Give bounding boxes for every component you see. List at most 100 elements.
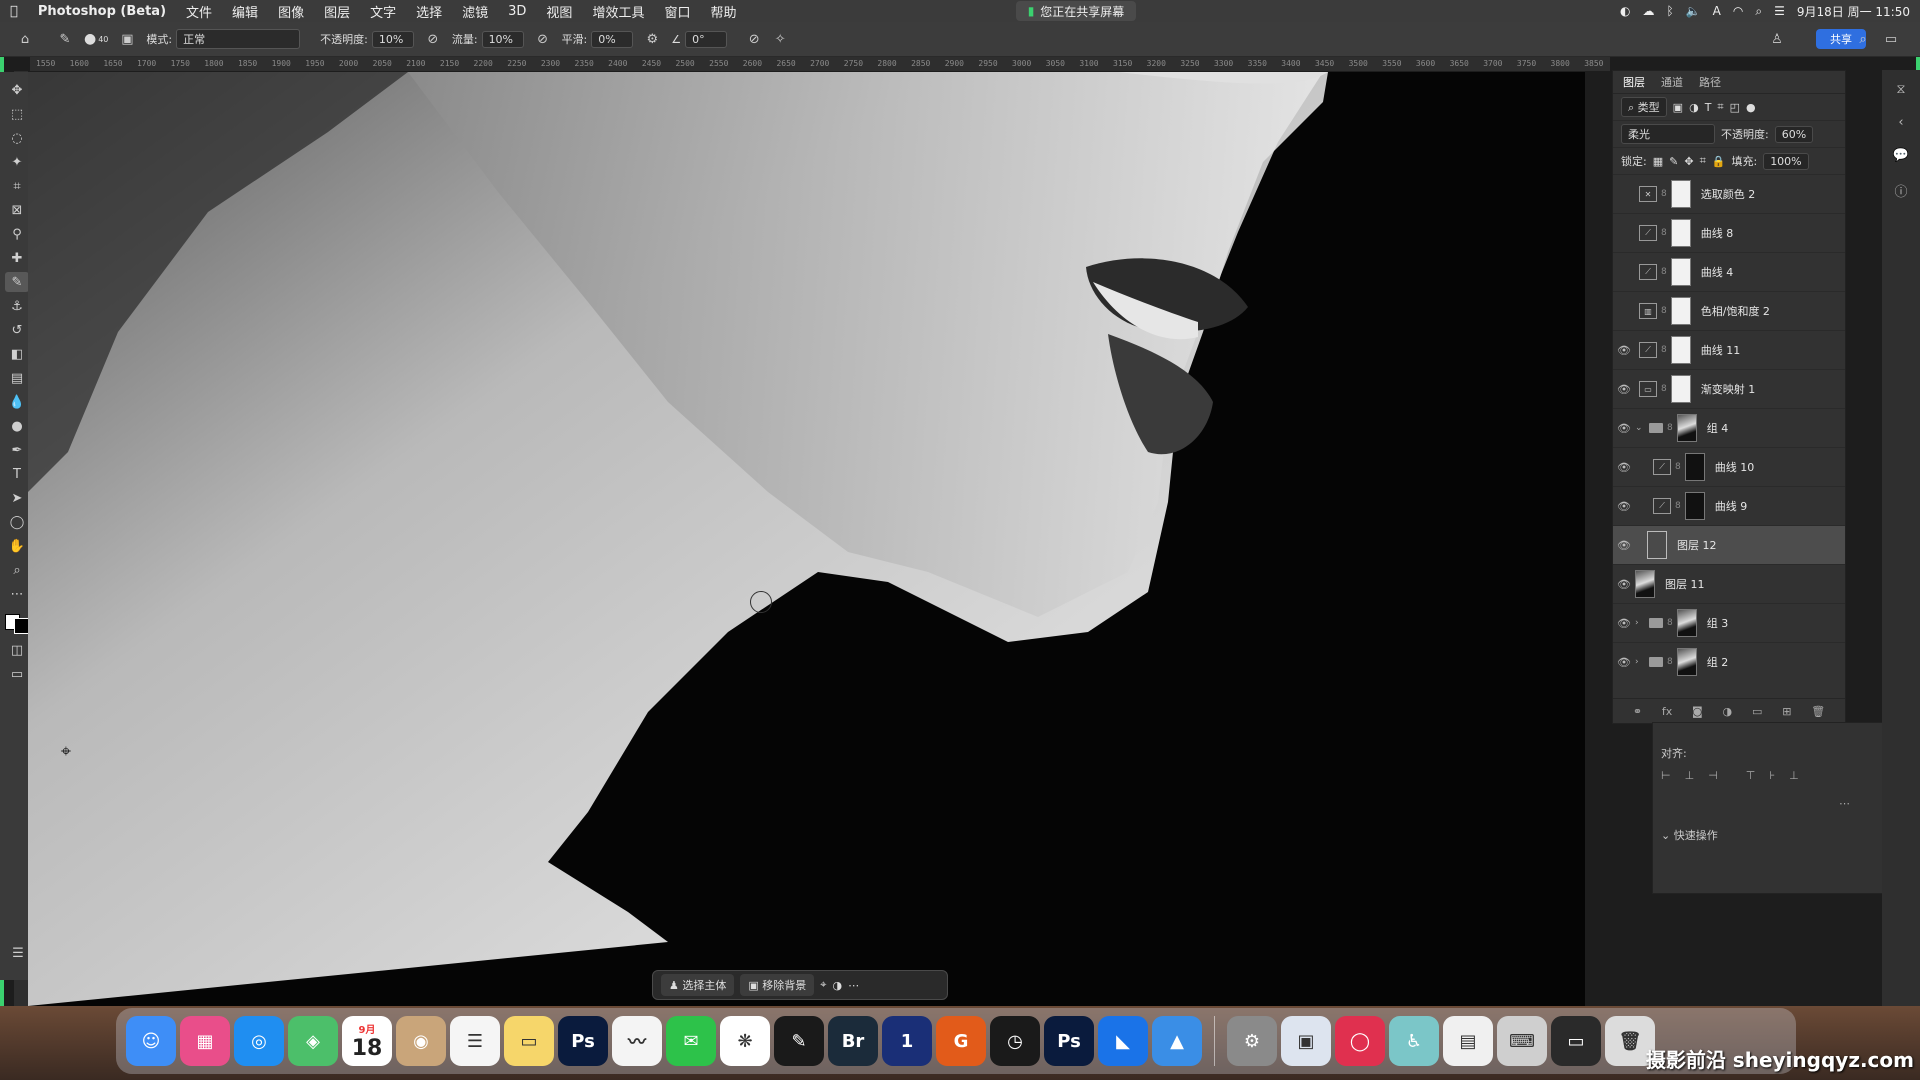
layer-mask-thumbnail[interactable] (1676, 609, 1697, 637)
align-right-icon[interactable]: ⊣ (1708, 769, 1718, 782)
screen-mode-icon[interactable]: ▭ (5, 664, 29, 684)
layer-mask-thumbnail[interactable] (1676, 414, 1697, 442)
remove-background-button[interactable]: ▣ 移除背景 (740, 974, 815, 996)
color-swatches-icon[interactable] (5, 608, 29, 636)
history-brush-tool-icon[interactable]: ↺ (5, 320, 29, 340)
baidu-netdisk-icon[interactable]: ❋ (720, 1016, 770, 1066)
quick-mask-icon[interactable]: ◫ (5, 640, 29, 660)
contacts-icon[interactable]: ◉ (396, 1016, 446, 1066)
more-tools-icon[interactable]: ⋯ (5, 584, 29, 604)
menu-plugins[interactable]: 增效工具 (582, 2, 654, 21)
brush-settings-icon[interactable]: ▣ (116, 28, 138, 50)
quick-actions-header[interactable]: ⌄ 快速操作 (1661, 827, 1718, 843)
reminders-icon[interactable]: ☰ (450, 1016, 500, 1066)
marquee-tool-icon[interactable]: ⬚ (5, 104, 29, 124)
menu-view[interactable]: 视图 (536, 2, 582, 21)
crop-tool-icon[interactable]: ⌗ (5, 176, 29, 196)
panel-toggle-icon[interactable]: ☰ (6, 943, 30, 963)
chevron-right-icon[interactable]: › (1635, 618, 1645, 628)
launchpad-icon[interactable]: ▦ (180, 1016, 230, 1066)
menu-select[interactable]: 选择 (406, 2, 452, 21)
pressure-opacity-icon[interactable]: ⊘ (422, 28, 444, 50)
input-method-icon[interactable]: A (1713, 4, 1721, 18)
layer-mask-thumbnail[interactable] (1670, 375, 1691, 403)
maps-icon[interactable]: ◈ (288, 1016, 338, 1066)
align-middle-v-icon[interactable]: ⊦ (1769, 769, 1775, 782)
layer-thumbnail[interactable] (1635, 570, 1655, 598)
layer-filter-select[interactable]: ⌕ 类型 (1621, 97, 1667, 117)
lock-artboard-icon[interactable]: ⌗ (1700, 154, 1706, 168)
apple-icon[interactable]:  (0, 4, 28, 19)
finder-icon[interactable]: ☺ (126, 1016, 176, 1066)
magic-wand-tool-icon[interactable]: ✦ (5, 152, 29, 172)
align-top-icon[interactable]: ⊤ (1746, 769, 1756, 782)
airbrush-icon[interactable]: ⊘ (532, 28, 554, 50)
lasso-tool-icon[interactable]: ◌ (5, 128, 29, 148)
eye-icon[interactable]: 👁 (1613, 539, 1635, 552)
filter-smart-icon[interactable]: ◰ (1730, 101, 1740, 114)
blend-mode-select[interactable]: 柔光 (1621, 124, 1715, 144)
menu-filter[interactable]: 滤镜 (452, 2, 498, 21)
wifi-icon[interactable]: ◠ (1733, 4, 1743, 18)
cloud-icon[interactable]: ☁ (1643, 4, 1655, 18)
layer-row[interactable]: 👁 ⟋ 8 曲线 9 (1613, 487, 1845, 526)
clock[interactable]: 9月18日 周一 11:50 (1797, 3, 1910, 20)
new-layer-icon[interactable]: ⊞ (1782, 705, 1791, 718)
layer-row[interactable]: ✕ 8 选取颜色 2 (1613, 175, 1845, 214)
smoothing-settings-icon[interactable]: ⚙ (641, 28, 663, 50)
fx-icon[interactable]: fx (1662, 705, 1672, 718)
filter-pixel-icon[interactable]: ▣ (1673, 101, 1683, 114)
brush-tool-preset-icon[interactable]: ✎ (54, 28, 76, 50)
gradient-tool-icon[interactable]: ▤ (5, 368, 29, 388)
type-tool-icon[interactable]: T (5, 464, 29, 484)
todesk-icon[interactable]: ◣ (1098, 1016, 1148, 1066)
menu-image[interactable]: 图像 (268, 2, 314, 21)
layer-mask-thumbnail[interactable] (1670, 219, 1691, 247)
ruler-horizontal[interactable]: 1550 1600 1650 1700 1750 1800 1850 1900 1950 2000… (30, 57, 1610, 71)
creative-cloud-icon[interactable]: ◯ (1335, 1016, 1385, 1066)
layer-mask-thumbnail[interactable] (1670, 336, 1691, 364)
layer-mask-thumbnail[interactable] (1684, 453, 1705, 481)
keyboard-icon[interactable]: ⌨ (1497, 1016, 1547, 1066)
menu-3d[interactable]: 3D (498, 4, 536, 19)
eyedropper-tool-icon[interactable]: ⚲ (5, 224, 29, 244)
adjust-icon[interactable]: ◑ (832, 979, 842, 992)
select-subject-button[interactable]: ♟ 选择主体 (661, 974, 735, 996)
path-selection-tool-icon[interactable]: ➤ (5, 488, 29, 508)
layer-opacity-field[interactable]: 60% (1774, 125, 1814, 143)
control-center-icon[interactable]: ☰ (1774, 4, 1785, 18)
layer-row[interactable]: 👁 › 8 组 2 (1613, 643, 1845, 681)
angle-field[interactable]: 0° (685, 30, 728, 48)
brush-size-picker[interactable]: ● 40 (84, 31, 108, 47)
lock-position-icon[interactable]: ✥ (1684, 155, 1693, 168)
panel-collapse-icon[interactable]: ‹ (1898, 115, 1903, 130)
layer-row[interactable]: 👁 ⌄ 8 组 4 (1613, 409, 1845, 448)
layer-row[interactable]: 👁 ▭ 8 渐变映射 1 (1613, 370, 1845, 409)
photoshop-icon[interactable]: Ps (558, 1016, 608, 1066)
tab-layers[interactable]: 图层 (1623, 74, 1645, 90)
layer-row[interactable]: ⟋ 8 曲线 4 (1613, 253, 1845, 292)
opacity-field[interactable]: 10% (371, 30, 414, 48)
final-draft-icon[interactable]: ✎ (774, 1016, 824, 1066)
eye-icon[interactable]: 👁 (1613, 578, 1635, 591)
screen-recorder-icon[interactable]: ◷ (990, 1016, 1040, 1066)
menu-file[interactable]: 文件 (176, 2, 222, 21)
lock-paint-icon[interactable]: ✎ (1669, 155, 1678, 168)
eye-icon[interactable]: 👁 (1613, 500, 1635, 513)
menu-help[interactable]: 帮助 (700, 2, 746, 21)
menu-type[interactable]: 文字 (360, 2, 406, 21)
notes-icon[interactable]: ▭ (504, 1016, 554, 1066)
align-left-icon[interactable]: ⊢ (1661, 769, 1671, 782)
layer-row[interactable]: 👁 ⟋ 8 曲线 10 (1613, 448, 1845, 487)
new-adjustment-icon[interactable]: ◑ (1723, 705, 1733, 718)
more-options-icon[interactable]: ⋯ (1839, 797, 1850, 810)
clone-stamp-tool-icon[interactable]: ⚓ (5, 296, 29, 316)
symmetry-icon[interactable]: ✧ (769, 28, 791, 50)
screen-sharing-indicator[interactable]: ▮ 您正在共享屏幕 (1016, 1, 1136, 21)
preview-icon[interactable]: ▣ (1281, 1016, 1331, 1066)
pen-tool-icon[interactable]: ✒ (5, 440, 29, 460)
panel-history-icon[interactable]: ⧖ (1896, 82, 1905, 97)
align-center-h-icon[interactable]: ⊥ (1685, 769, 1695, 782)
lock-transparent-icon[interactable]: ▦ (1653, 155, 1663, 168)
eye-icon[interactable]: 👁 (1613, 461, 1635, 474)
